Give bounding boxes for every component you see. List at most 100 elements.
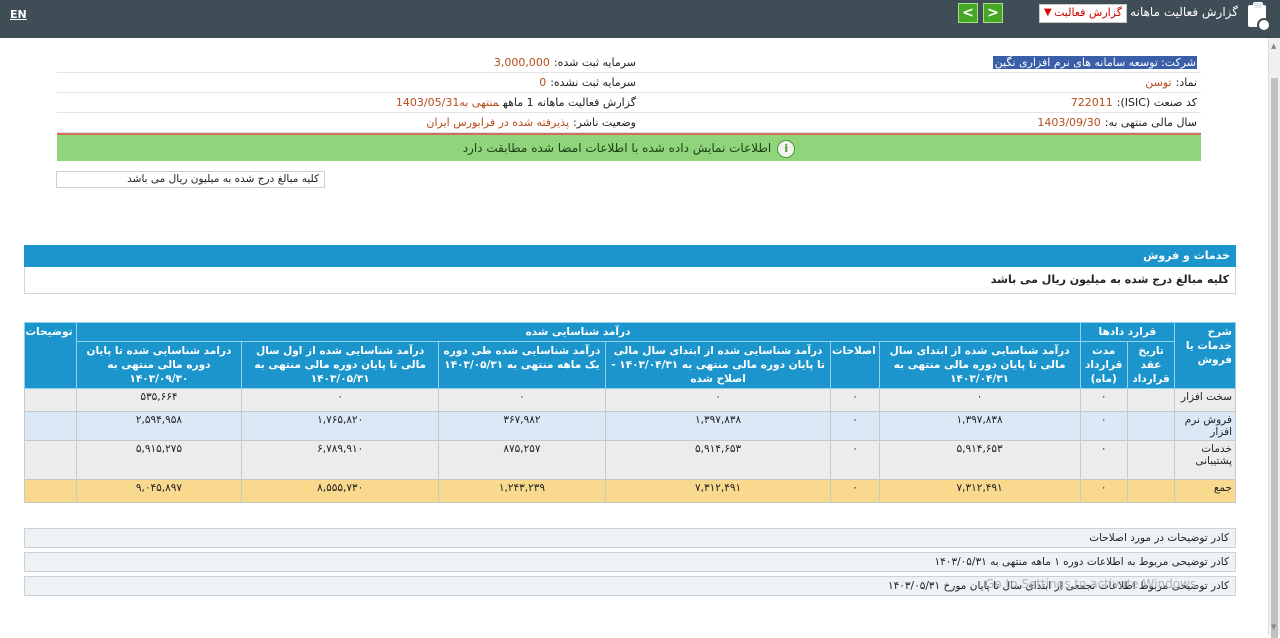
- cell-prev: ۰: [878, 388, 1081, 412]
- report-type-value: گزارش فعالیت: [1054, 6, 1122, 19]
- table-row: خدمات پشتیبانی ۰ ۵,۹۱۴,۶۵۳ ۰ ۵,۹۱۴,۶۵۳ ۸…: [24, 440, 1236, 480]
- table-row: فروش نرم افزار ۰ ۱,۳۹۷,۸۳۸ ۰ ۱,۳۹۷,۸۳۸ ۳…: [24, 411, 1236, 441]
- cell-ytd: ۱,۷۶۵,۸۲۰: [241, 411, 440, 441]
- cell-date: [1126, 479, 1176, 503]
- row-name: فروش نرم افزار: [1174, 411, 1236, 441]
- header-contracts: قرارد دادها: [1079, 322, 1176, 342]
- header-month: درآمد شناسایی شده طی دوره یک ماهه منتهی …: [438, 341, 606, 389]
- symbol-value[interactable]: توسن: [1145, 76, 1171, 89]
- total-row: جمع ۰ ۷,۳۱۲,۴۹۱ ۰ ۷,۳۱۲,۴۹۱ ۱,۲۴۳,۲۳۹ ۸,…: [24, 479, 1236, 503]
- cell-notes: [24, 411, 77, 441]
- page-title: گزارش فعالیت ماهانه: [1130, 5, 1238, 19]
- cell-duration: ۰: [1079, 411, 1128, 441]
- cell-ytd: ۶,۷۸۹,۹۱۰: [241, 440, 440, 480]
- info-icon: i: [777, 139, 796, 158]
- next-button[interactable]: >: [983, 3, 1003, 23]
- top-toolbar: EN گزارش فعالیت ماهانه گزارش فعالیت ▼ < …: [0, 0, 1280, 38]
- header-corrections: اصلاحات: [830, 341, 880, 389]
- header-service-desc: شرح خدمات یا فروش: [1174, 322, 1236, 389]
- cell-month: ۰: [438, 388, 606, 412]
- header-notes: توضیحات: [24, 322, 77, 389]
- header-recognized-revenue: درآمد شناسایی شده: [75, 322, 1081, 342]
- isic-label: کد صنعت (ISIC):: [1116, 96, 1197, 109]
- symbol-label: نماد:: [1175, 76, 1197, 89]
- report-label: گزارش فعالیت ماهانه 1 ماهه: [503, 96, 636, 109]
- units-note: کلیه مبالغ درج شده به میلیون ریال می باش…: [56, 171, 325, 188]
- cell-prev-corrected: ۰: [604, 388, 832, 412]
- cell-date: [1126, 388, 1176, 412]
- fiscal-year-value: 1403/09/30: [1037, 116, 1101, 129]
- cell-notes: [24, 479, 77, 503]
- cell-month: ۸۷۵,۲۵۷: [438, 440, 606, 480]
- report-period-value: منتهی به1403/05/31: [395, 96, 500, 109]
- scroll-up-icon[interactable]: ▲: [1271, 42, 1276, 50]
- cell-duration: ۰: [1079, 388, 1128, 412]
- cell-corrections: ۰: [830, 388, 880, 412]
- scroll-down-icon[interactable]: ▼: [1271, 623, 1276, 631]
- signature-match-alert: i اطلاعات نمایش داده شده با اطلاعات امضا …: [57, 135, 1201, 161]
- cell-fiscal-end: ۵۳۵,۶۶۴: [75, 388, 243, 412]
- isic-value: 722011: [1070, 96, 1113, 109]
- cell-corrections: ۰: [830, 411, 880, 441]
- info-row: کد صنعت (ISIC):722011 گزارش فعالیت ماهان…: [57, 93, 1201, 113]
- publisher-status-label: وضعیت ناشر:: [573, 116, 636, 129]
- cell-corrections: ۰: [830, 440, 880, 480]
- info-row: سال مالی منتهی به:1403/09/30 وضعیت ناشر:…: [57, 113, 1201, 133]
- header-prev-corrected: درآمد شناسایی شده از ابتدای سال مالی تا …: [604, 341, 832, 389]
- header-ytd: درآمد شناسایی شده از اول سال مالی تا پای…: [241, 341, 440, 389]
- cell-ytd: ۸,۵۵۵,۷۳۰: [241, 479, 440, 503]
- cell-notes: [24, 440, 77, 480]
- cell-month: ۱,۲۴۳,۲۳۹: [438, 479, 606, 503]
- info-row: شرکت:توسعه سامانه های نرم افزاری نگین سر…: [57, 53, 1201, 73]
- fiscal-year-label: سال مالی منتهی به:: [1104, 116, 1197, 129]
- cell-prev-corrected: ۵,۹۱۴,۶۵۳: [604, 440, 832, 480]
- services-sales-table: شرح خدمات یا فروش قرارد دادها درآمد شناس…: [24, 322, 1236, 503]
- section-title: خدمات و فروش: [24, 245, 1236, 267]
- gear-icon: [1257, 18, 1271, 32]
- row-name: جمع: [1174, 479, 1236, 503]
- cell-prev-corrected: ۱,۳۹۷,۸۳۸: [604, 411, 832, 441]
- registered-capital-value: 3,000,000: [493, 56, 550, 69]
- clipboard-icon: [1248, 2, 1271, 32]
- chevron-down-icon: ▼: [1044, 7, 1052, 18]
- cell-fiscal-end: ۲,۵۹۴,۹۵۸: [75, 411, 243, 441]
- info-row: نماد: توسن سرمایه ثبت نشده:0: [57, 73, 1201, 93]
- header-contract-duration: مدت قرارداد (ماه): [1079, 341, 1128, 389]
- cell-fiscal-end: ۵,۹۱۵,۲۷۵: [75, 440, 243, 480]
- vertical-scrollbar[interactable]: ▲ ▼: [1268, 38, 1280, 638]
- cell-ytd: ۰: [241, 388, 440, 412]
- company-label: شرکت:: [1159, 56, 1197, 69]
- cell-month: ۳۶۷,۹۸۲: [438, 411, 606, 441]
- activate-windows-watermark: Go to Settings to activate Windows.: [985, 577, 1200, 591]
- header-contract-date: تاریخ عقد قرارداد: [1126, 341, 1176, 389]
- remark-corrections: کادر توضیحات در مورد اصلاحات: [24, 528, 1236, 548]
- publisher-status-value: پذیرفته شده در فرابورس ایران: [426, 116, 570, 129]
- registered-capital-label: سرمایه ثبت شده:: [553, 56, 636, 69]
- previous-button[interactable]: <: [958, 3, 978, 23]
- cell-notes: [24, 388, 77, 412]
- scrollbar-thumb[interactable]: [1271, 78, 1278, 638]
- remark-monthly: کادر توضیحی مربوط به اطلاعات دوره ۱ ماهه…: [24, 552, 1236, 572]
- cell-corrections: ۰: [830, 479, 880, 503]
- row-name: خدمات پشتیبانی: [1174, 440, 1236, 480]
- header-prev-period: درآمد شناسایی شده از ابتدای سال مالی تا …: [878, 341, 1081, 389]
- cell-duration: ۰: [1079, 479, 1128, 503]
- cell-duration: ۰: [1079, 440, 1128, 480]
- language-link[interactable]: EN: [10, 8, 27, 21]
- alert-text: اطلاعات نمایش داده شده با اطلاعات امضا ش…: [462, 141, 772, 155]
- section-subtitle: کلیه مبالغ درج شده به میلیون ریال می باش…: [24, 267, 1236, 294]
- report-type-select[interactable]: گزارش فعالیت ▼: [1039, 4, 1127, 23]
- company-value: توسعه سامانه های نرم افزاری نگین: [992, 56, 1160, 69]
- cell-date: [1126, 411, 1176, 441]
- header-fiscal-end: درامد شناسایی شده تا پایان دوره مالی منت…: [75, 341, 243, 389]
- unregistered-capital-label: سرمایه ثبت نشده:: [550, 76, 636, 89]
- unregistered-capital-value: 0: [539, 76, 547, 89]
- table-row: سخت افزار ۰ ۰ ۰ ۰ ۰ ۰ ۵۳۵,۶۶۴: [24, 388, 1236, 412]
- cell-date: [1126, 440, 1176, 480]
- cell-prev: ۷,۳۱۲,۴۹۱: [878, 479, 1081, 503]
- cell-prev-corrected: ۷,۳۱۲,۴۹۱: [604, 479, 832, 503]
- cell-fiscal-end: ۹,۰۴۵,۸۹۷: [75, 479, 243, 503]
- company-info-panel: شرکت:توسعه سامانه های نرم افزاری نگین سر…: [57, 53, 1201, 161]
- cell-prev: ۱,۳۹۷,۸۳۸: [878, 411, 1081, 441]
- cell-prev: ۵,۹۱۴,۶۵۳: [878, 440, 1081, 480]
